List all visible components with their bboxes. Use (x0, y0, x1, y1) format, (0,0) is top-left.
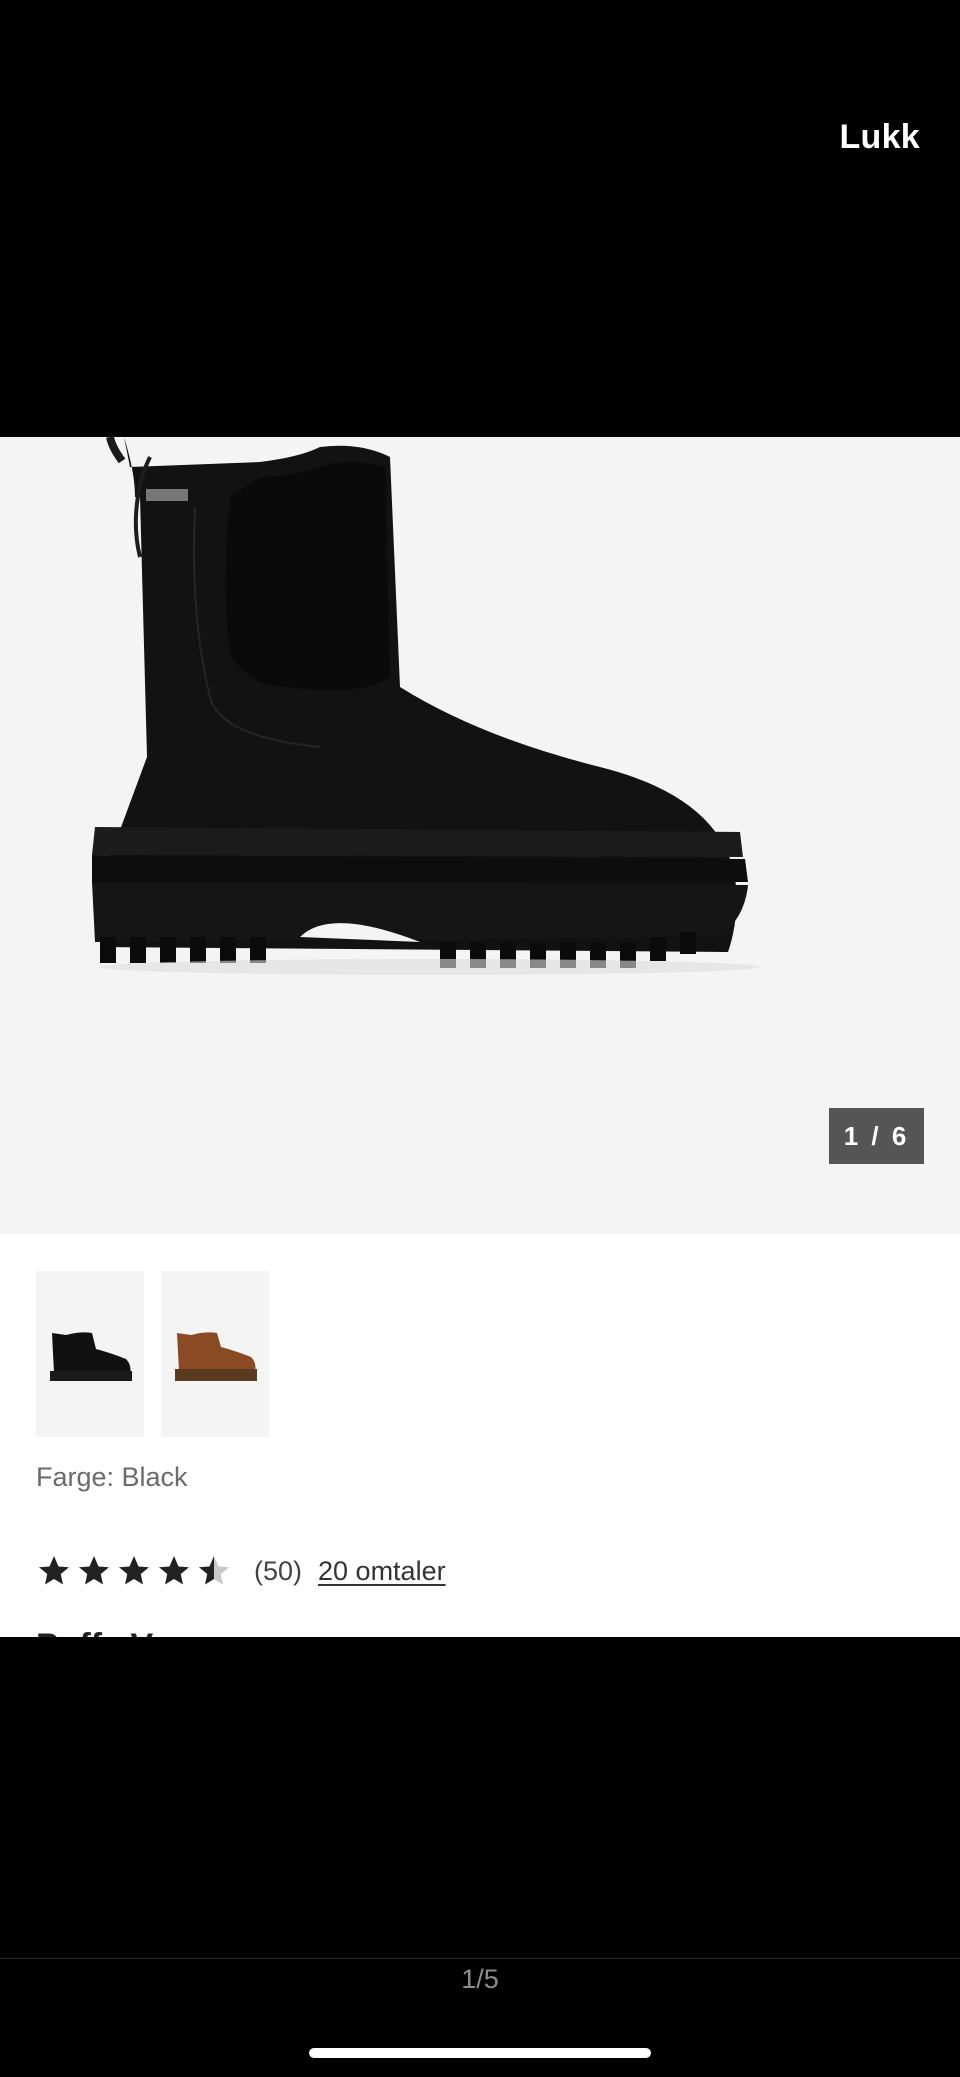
star-icon (39, 1556, 69, 1585)
home-indicator (309, 2048, 651, 2058)
black-boot-thumbnail[interactable] (36, 1271, 144, 1437)
half-star-icon (199, 1556, 229, 1585)
brown-boot-thumbnail[interactable] (161, 1271, 269, 1437)
product-image-gallery[interactable]: 1 / 6 (0, 437, 960, 1234)
color-label: Farge: Black (36, 1462, 188, 1492)
star-icon (119, 1556, 149, 1585)
star-icon (79, 1556, 109, 1585)
rating-row: (50) 20 omtaler (36, 1553, 446, 1589)
brown-boot-image (175, 1332, 257, 1381)
star-icon (159, 1556, 189, 1585)
product-card: 1 / 6 Farge: Black (50) 20 omtaler (0, 437, 960, 1637)
product-title-partial: Puffa Væ... (36, 1627, 212, 1637)
page-indicator: 1/5 (461, 1964, 499, 1994)
black-boot-image (50, 1332, 132, 1381)
footer-divider (0, 1958, 960, 1959)
chelsea-boot-image (92, 437, 760, 975)
reviews-link[interactable]: 20 omtaler (318, 1556, 446, 1587)
star-rating (36, 1553, 232, 1589)
rating-count: (50) (254, 1555, 303, 1586)
color-thumbnails (36, 1271, 269, 1437)
close-button[interactable]: Lukk (839, 118, 920, 157)
image-counter: 1 / 6 (829, 1108, 924, 1164)
